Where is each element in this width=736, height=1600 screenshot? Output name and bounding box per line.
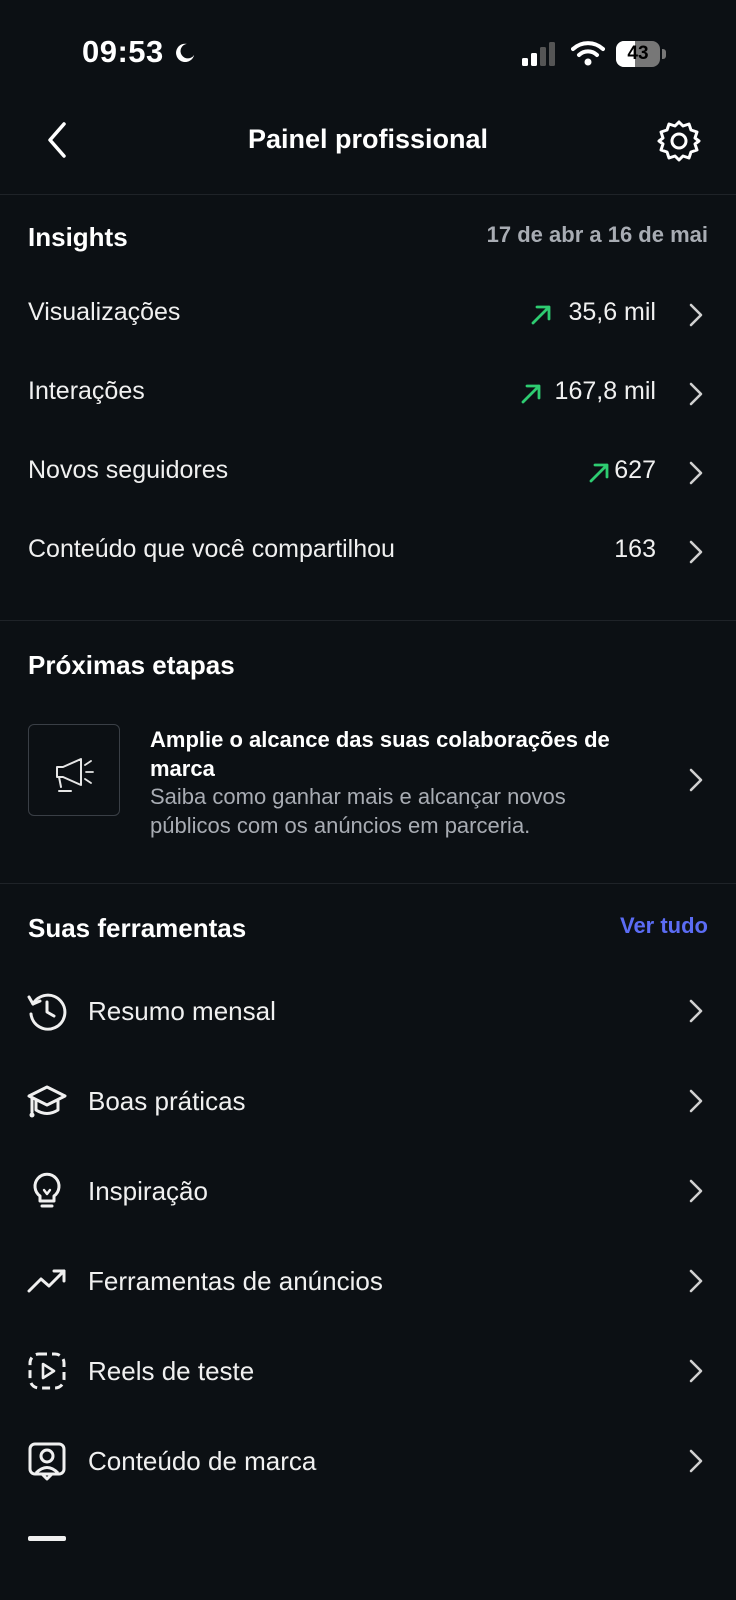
tool-item-branded-content[interactable]: Conteúdo de marca (0, 1422, 736, 1502)
tool-item-trial-reels[interactable]: Reels de teste (0, 1332, 736, 1412)
next-steps-card-title: Amplie o alcance das suas colaborações d… (150, 727, 610, 781)
tool-label: Inspiração (88, 1176, 208, 1206)
status-bar: 09:53 43 (0, 0, 736, 100)
chevron-right-icon (686, 1356, 706, 1386)
graduation-cap-icon (26, 1080, 68, 1122)
history-clock-icon (26, 990, 68, 1032)
chevron-right-icon (686, 300, 706, 330)
chevron-right-icon (686, 996, 706, 1026)
insight-label: Visualizações (28, 298, 181, 326)
chevron-right-icon (686, 1266, 706, 1296)
insights-date-range[interactable]: 17 de abr a 16 de mai (487, 222, 708, 248)
next-steps-title: Próximas etapas (28, 650, 235, 680)
insight-label: Novos seguidores (28, 456, 229, 484)
tool-item-best-practices[interactable]: Boas práticas (0, 1062, 736, 1142)
see-all-link[interactable]: Ver tudo (620, 913, 708, 939)
wifi-icon (571, 40, 605, 71)
tool-item-monthly-summary[interactable]: Resumo mensal (0, 972, 736, 1052)
chevron-right-icon (686, 379, 706, 409)
tool-item-inspiration[interactable]: Inspiração (0, 1152, 736, 1232)
insight-row-views[interactable]: Visualizações 35,6 mil (0, 282, 736, 352)
tool-label: Reels de teste (88, 1356, 255, 1386)
tools-title: Suas ferramentas (28, 913, 247, 943)
insights-title: Insights (28, 222, 128, 252)
insight-label: Conteúdo que você compartilhou (28, 535, 395, 563)
chevron-right-icon (686, 765, 706, 795)
section-divider (0, 620, 736, 621)
tool-label: Ferramentas de anúncios (88, 1266, 383, 1296)
gear-icon[interactable] (656, 118, 702, 164)
section-divider (0, 883, 736, 884)
tool-item-ad-tools[interactable]: Ferramentas de anúncios (0, 1242, 736, 1322)
insight-value: 627 (614, 456, 656, 484)
top-nav-bar: Painel profissional (0, 100, 736, 195)
branded-content-icon (26, 1440, 68, 1482)
insight-label: Interações (28, 377, 145, 405)
insight-value: 163 (614, 535, 656, 563)
lightbulb-icon (26, 1170, 68, 1212)
tool-label: Boas práticas (88, 1086, 246, 1116)
trend-up-arrow-icon (528, 302, 554, 328)
battery-percent: 43 (627, 43, 649, 64)
trend-up-icon (26, 1260, 68, 1302)
chevron-right-icon (686, 537, 706, 567)
insight-row-new-followers[interactable]: Novos seguidores 627 (0, 440, 736, 510)
chevron-right-icon (686, 458, 706, 488)
signal-icon (522, 42, 558, 71)
chevron-right-icon (686, 1086, 706, 1116)
insight-row-shared-content[interactable]: Conteúdo que você compartilhou 163 (0, 519, 736, 589)
tool-label: Resumo mensal (88, 996, 276, 1026)
insight-row-interactions[interactable]: Interações 167,8 mil (0, 361, 736, 431)
reels-test-icon (26, 1350, 68, 1392)
trend-up-arrow-icon (586, 460, 612, 486)
chevron-right-icon (686, 1176, 706, 1206)
tool-label: Conteúdo de marca (88, 1446, 317, 1476)
insight-value: 167,8 mil (554, 377, 656, 405)
battery-icon: 43 (616, 41, 666, 67)
tool-item-partial-icon (28, 1536, 66, 1541)
chevron-right-icon (686, 1446, 706, 1476)
moon-icon (174, 42, 196, 69)
trend-up-arrow-icon (518, 381, 544, 407)
insight-value: 35,6 mil (568, 298, 656, 326)
page-title: Painel profissional (247, 124, 489, 154)
megaphone-icon (28, 724, 120, 816)
status-time: 09:53 (82, 34, 164, 69)
next-steps-card-subtitle: Saiba como ganhar mais e alcançar novos … (150, 784, 566, 838)
